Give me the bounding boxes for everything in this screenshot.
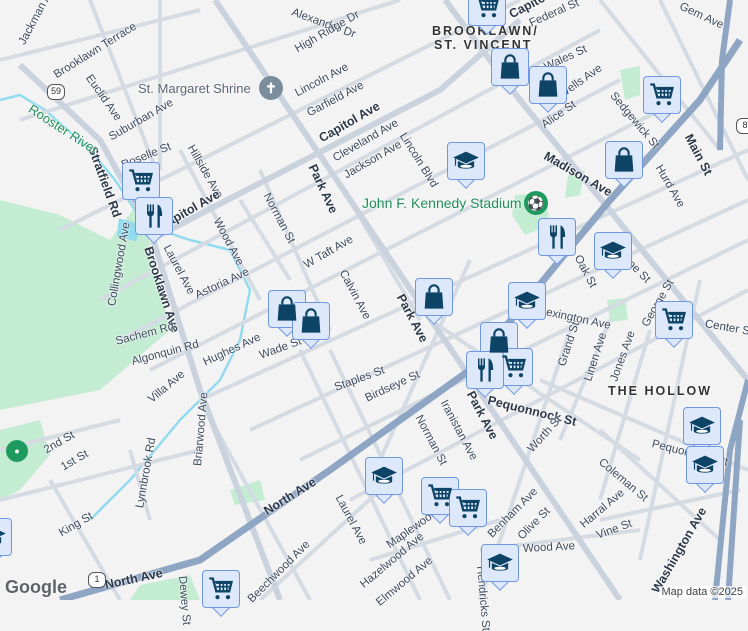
bag-icon [496,53,524,81]
stadium-icon[interactable]: ⚽ [524,191,548,215]
shopping-marker[interactable] [605,141,643,188]
school-marker[interactable] [365,457,403,504]
route-8-shield: 8 [736,118,748,134]
poi-label-shrine[interactable]: St. Margaret Shrine [138,81,251,96]
graduation-cap-icon [486,549,514,577]
grocery-marker[interactable] [449,489,487,536]
graduation-cap-icon [452,147,480,175]
graduation-cap-icon [688,412,716,440]
cart-icon [207,575,235,603]
restaurant-marker[interactable] [135,197,173,244]
graduation-cap-icon [0,523,7,551]
graduation-cap-icon [691,451,719,479]
cart-icon [473,0,501,21]
bag-icon [297,307,325,335]
cart-icon [660,306,688,334]
grocery-marker[interactable] [655,301,693,348]
school-marker[interactable] [594,232,632,279]
shopping-marker[interactable] [529,66,567,113]
poi-label-stadium[interactable]: John F. Kennedy Stadium [362,195,522,211]
grocery-marker[interactable] [643,76,681,123]
fork-knife-icon [140,202,168,230]
restaurant-marker[interactable] [466,351,504,398]
grocery-marker[interactable] [468,0,506,35]
cart-icon [127,167,155,195]
google-logo: Google [5,577,67,598]
fork-knife-icon [471,356,499,384]
cart-icon [454,494,482,522]
graduation-cap-icon [370,462,398,490]
park-icon[interactable]: • [6,440,28,462]
graduation-cap-icon [513,287,541,315]
school-marker[interactable] [686,446,724,493]
bag-icon [534,71,562,99]
bag-icon [485,327,513,355]
cart-icon [426,482,454,510]
neighborhood-label: THE HOLLOW [608,384,713,398]
school-marker[interactable] [0,518,12,565]
logo-text: Google [5,577,67,597]
bag-icon [610,146,638,174]
shopping-marker[interactable] [491,48,529,95]
shopping-marker[interactable] [292,302,330,349]
school-marker[interactable] [447,142,485,189]
fork-knife-icon [543,223,571,251]
grocery-marker[interactable] [202,570,240,617]
route-59-shield: 59 [47,84,65,100]
route-1-shield: 1 [88,572,106,588]
cart-icon [648,81,676,109]
graduation-cap-icon [599,237,627,265]
school-marker[interactable] [481,544,519,591]
restaurant-marker[interactable] [538,218,576,265]
shopping-marker[interactable] [415,278,453,325]
cross-icon[interactable]: ✝ [259,76,283,100]
map-attribution[interactable]: Map data ©2025 [658,586,746,598]
bag-icon [420,283,448,311]
cart-icon [500,353,528,381]
